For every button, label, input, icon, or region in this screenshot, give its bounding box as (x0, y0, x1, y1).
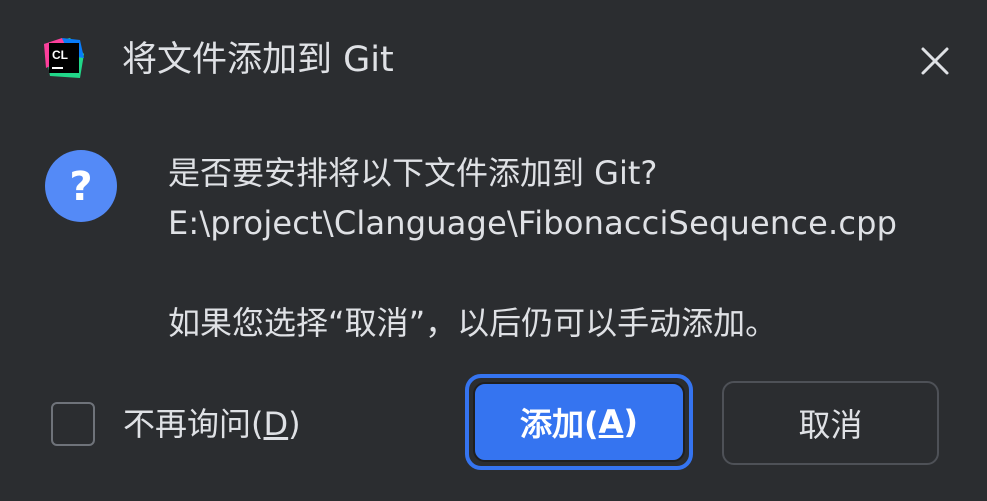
close-icon[interactable] (912, 38, 958, 84)
app-icon-text: CL (52, 48, 68, 62)
dialog-title: 将文件添加到 Git (122, 40, 394, 80)
dont-ask-again-checkbox[interactable] (51, 402, 95, 446)
cancel-button[interactable]: 取消 (722, 381, 939, 465)
checkbox-label-mnemonic: D (263, 405, 289, 443)
add-label-prefix: 添加( (519, 405, 599, 443)
dialog-message: 是否要安排将以下文件添加到 Git? E:\project\Clanguage\… (168, 148, 897, 348)
checkbox-label-prefix: 不再询问( (123, 405, 264, 443)
title-bar: CL 将文件添加到 Git (0, 0, 987, 120)
file-path: E:\project\Clanguage\FibonacciSequence.c… (168, 204, 898, 242)
question-icon: ? (45, 150, 117, 222)
message-spacer (168, 248, 897, 298)
add-label-suffix: ) (623, 403, 639, 441)
dont-ask-again-option[interactable]: 不再询问(D) (51, 400, 301, 448)
add-to-git-dialog: CL 将文件添加到 Git ? 是否要安排将以下文件添加到 Git? E:\pr… (0, 0, 987, 501)
question-text: 是否要安排将以下文件添加到 Git? (168, 154, 658, 192)
add-label-mnemonic: A (598, 403, 624, 441)
hint-text: 如果您选择“取消”，以后仍可以手动添加。 (168, 304, 778, 342)
add-button[interactable]: 添加(A) (473, 382, 685, 462)
clion-logo-icon: CL (44, 38, 84, 78)
checkbox-label-suffix: ) (288, 405, 301, 443)
svg-text:?: ? (69, 164, 92, 210)
dont-ask-again-label[interactable]: 不再询问(D) (123, 404, 301, 444)
